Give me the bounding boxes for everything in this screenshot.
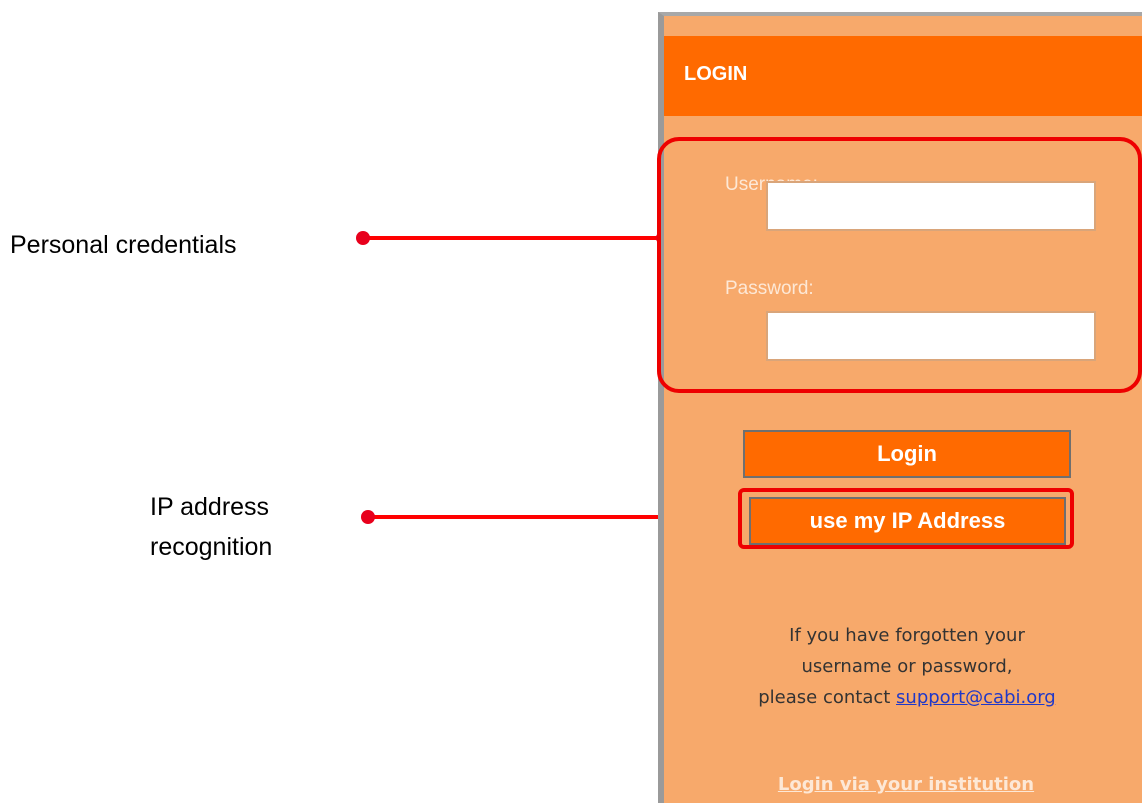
credentials-connector-line — [363, 236, 663, 240]
help-line-3-prefix: please contact — [758, 687, 897, 708]
annotation-ip-address-recognition: IP address recognition — [150, 487, 272, 567]
credentials-connector-start-dot — [356, 231, 370, 245]
support-email-link[interactable]: support@cabi.org — [896, 687, 1056, 708]
annotation-personal-credentials: Personal credentials — [10, 231, 237, 259]
login-panel: LOGIN Username: Password: Login use my I… — [658, 12, 1142, 803]
forgotten-credentials-help: If you have forgotten your username or p… — [676, 620, 1138, 713]
credentials-highlight-box — [657, 137, 1142, 393]
login-panel-header: LOGIN — [664, 36, 1142, 116]
institution-login-link[interactable]: Login via your institution — [664, 774, 1142, 795]
ip-connector-start-dot — [361, 510, 375, 524]
annotation-ip-line2: recognition — [150, 533, 273, 561]
help-line-1: If you have forgotten your — [789, 625, 1025, 646]
annotation-ip-line1: IP address — [150, 493, 270, 521]
help-line-3: please contact support@cabi.org — [676, 682, 1138, 713]
ip-button-highlight-box — [738, 488, 1074, 549]
help-line-2: username or password, — [801, 656, 1013, 677]
login-panel-title: LOGIN — [684, 63, 748, 85]
login-button[interactable]: Login — [743, 430, 1071, 478]
